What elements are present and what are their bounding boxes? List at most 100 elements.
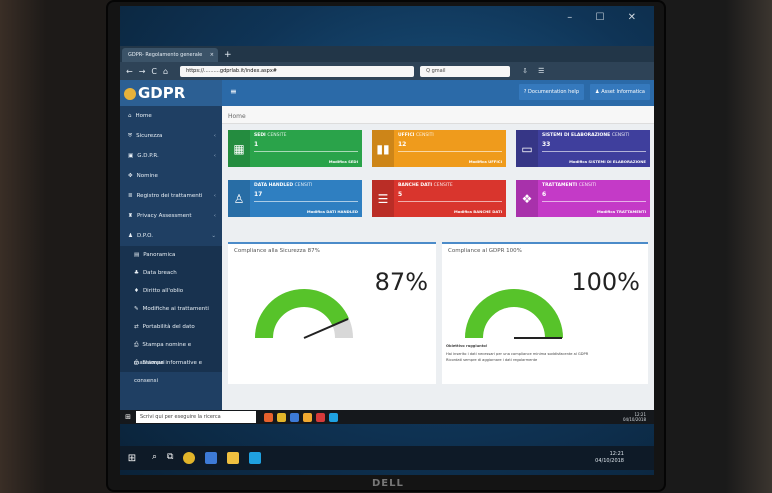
stat-box-title: SISTEMI DI ELABORAZIONE CENSITI [542, 133, 630, 138]
chevron-icon: ‹ [213, 213, 216, 219]
windows-start-icon[interactable]: ⊞ [120, 453, 144, 464]
stat-box-divider [398, 201, 502, 202]
explorer-icon[interactable] [303, 412, 312, 422]
stat-box-title: SEDI CENSITE [254, 133, 287, 138]
skype-icon[interactable] [329, 412, 338, 422]
home-icon[interactable]: ⌂ [163, 67, 168, 76]
sidebar-subitem-icon: ♦ [134, 288, 139, 294]
remote-window-controls[interactable]: – ☐ ✕ [567, 12, 646, 23]
main-content: Home ▦ SEDI CENSITE 1 Modifica SEDI ▮▮ UFFICI… [222, 106, 654, 410]
skype-icon[interactable] [249, 452, 262, 464]
brand-logo[interactable]: GDPR [120, 80, 222, 106]
stat-box-count: 17 [254, 191, 263, 198]
sidebar-item-icon: ⛨ [128, 133, 133, 139]
app-icon[interactable] [316, 412, 325, 422]
stat-box-title: TRATTAMENTI CENSITI [542, 183, 597, 188]
sidebar: GDPR ⌂ Home ⛨ Sicurezza ‹ ▣ G.D.P.R. ‹ ✥ Nomine ≣ R… [120, 80, 222, 410]
panel-title: Compliance al GDPR 100% [448, 248, 522, 254]
sidebar-item[interactable]: ≣ Registro dei trattamenti ‹ [120, 186, 222, 206]
panel-title: Compliance alla Sicurezza 87% [234, 248, 320, 254]
firefox-icon[interactable] [264, 412, 273, 422]
goal-text-2: Ricordati sempre di aggiornare i dati re… [446, 358, 538, 362]
task-view-icon[interactable]: ⧉ [167, 452, 173, 464]
sidebar-item[interactable]: ♜ Privacy Assessment ‹ [120, 206, 222, 226]
sidebar-item[interactable]: ✥ Nomine [120, 166, 222, 186]
sidebar-subitem[interactable]: ⇄ Portabilità del dato [120, 318, 222, 336]
gdpr-compliance-panel: Compliance al GDPR 100% 100% Obiettivo r… [442, 242, 648, 384]
screen: – ☐ ✕ GDPR- Regolamento generale × + ← →… [120, 6, 654, 475]
security-gauge [255, 289, 353, 339]
sidebar-subitem-icon: ♣ [134, 270, 139, 276]
chrome-icon[interactable] [183, 452, 196, 464]
tab-bar: GDPR- Regolamento generale × + [120, 46, 654, 62]
stat-box-link[interactable]: Modifica TRATTAMENTI [597, 209, 646, 214]
reload-icon[interactable]: C [151, 67, 157, 76]
documentation-help-button[interactable]: ? Documentation help [518, 84, 584, 100]
taskbar-icons: ⌕ ⧉ [152, 452, 262, 464]
stat-box-divider [254, 151, 358, 152]
stat-box: ▭ SISTEMI DI ELABORAZIONE CENSITI 33 Modifi… [516, 130, 650, 167]
compliance-percent: 87% [374, 268, 428, 296]
sidebar-subitem-icon: ▤ [134, 252, 140, 258]
sidebar-subitem-label: Stampa informative e consensi [134, 360, 203, 384]
stat-box-link[interactable]: Modifica UFFICI [469, 159, 502, 164]
windows-start-icon[interactable]: ⊞ [120, 413, 136, 421]
search-icon[interactable]: ⌕ [152, 452, 157, 464]
sidebar-subitem[interactable]: ▤ Panoramica [120, 246, 222, 264]
sidebar-item[interactable]: ⛨ Sicurezza ‹ [120, 126, 222, 146]
sidebar-item-label: D.P.O. [136, 233, 153, 239]
stat-box-icon: ♙ [228, 180, 250, 217]
forward-icon[interactable]: → [139, 67, 146, 76]
chevron-icon: ‹ [213, 193, 216, 199]
sidebar-subitem-icon: ✎ [134, 306, 139, 312]
sidebar-subitem[interactable]: ⎙ Stampa informative e consensi [120, 354, 222, 384]
stat-box: ▮▮ UFFICI CENSITI 12 Modifica UFFICI [372, 130, 506, 167]
stat-box-link[interactable]: Modifica BANCHE DATI [454, 209, 502, 214]
browser-tab[interactable]: GDPR- Regolamento generale × [122, 48, 218, 62]
sidebar-subitem[interactable]: ♦ Diritto all'oblio [120, 282, 222, 300]
user-menu-button[interactable]: ♟ Asset Informatica [590, 84, 650, 100]
stat-box: ▦ SEDI CENSITE 1 Modifica SEDI [228, 130, 362, 167]
stat-box-link[interactable]: Modifica DATI HANDLED [307, 209, 358, 214]
taskbar-apps [264, 412, 338, 422]
edge-icon[interactable] [290, 412, 299, 422]
taskbar-clock: 12:21 04/10/2018 [595, 451, 624, 464]
taskbar-search-input[interactable]: Scrivi qui per eseguire la ricerca [136, 411, 256, 423]
stat-box-title: BANCHE DATI CENSITE [398, 183, 453, 188]
monitor-logo: DELL [372, 478, 404, 489]
address-bar[interactable]: https://..........gdprlab.it/index.aspx# [180, 65, 415, 77]
sidebar-subitem-icon: ⎙ [134, 360, 139, 366]
edge-icon[interactable] [205, 452, 218, 464]
sidebar-item[interactable]: ⌂ Home [120, 106, 222, 126]
stat-box-icon: ☰ [372, 180, 394, 217]
sidebar-item[interactable]: ▣ G.D.P.R. ‹ [120, 146, 222, 166]
stat-box-link[interactable]: Modifica SISTEMI DI ELABORAZIONE [569, 159, 646, 164]
chrome-icon[interactable] [277, 412, 286, 422]
back-icon[interactable]: ← [126, 67, 133, 76]
sidebar-subitem[interactable]: ⎙ Stampa nomine e mansionari [120, 336, 222, 366]
sidebar-item-icon: ✥ [128, 173, 133, 179]
browser-window: GDPR- Regolamento generale × + ← → C ⌂ h… [120, 46, 654, 424]
menu-icon[interactable]: ≡ [230, 87, 237, 96]
stat-box-link[interactable]: Modifica SEDI [329, 159, 358, 164]
sidebar-item-label: Sicurezza [136, 133, 163, 139]
toolbar-icons[interactable]: ⇩ ☰ [522, 67, 548, 75]
stat-box-title: DATA HANDLED CENSITI [254, 183, 313, 188]
search-input[interactable]: Q gmail [420, 65, 511, 77]
stat-box-icon: ▦ [228, 130, 250, 167]
sidebar-subitem-label: Panoramica [143, 252, 176, 258]
sidebar-item-label: Nomine [136, 173, 158, 179]
stat-box-divider [542, 151, 646, 152]
sidebar-subitem-label: Diritto all'oblio [142, 288, 184, 294]
sidebar-item-label: Home [135, 113, 152, 119]
close-icon[interactable]: × [210, 48, 214, 62]
stat-box-icon: ▭ [516, 130, 538, 167]
file-explorer-icon[interactable] [227, 452, 240, 464]
sidebar-subitem[interactable]: ♣ Data breach [120, 264, 222, 282]
app-root: GDPR ⌂ Home ⛨ Sicurezza ‹ ▣ G.D.P.R. ‹ ✥ Nomine ≣ R… [120, 80, 654, 410]
new-tab-button[interactable]: + [224, 48, 232, 62]
sidebar-subitem[interactable]: ✎ Modifiche ai trattamenti [120, 300, 222, 318]
stat-box-divider [398, 151, 502, 152]
stat-box-divider [542, 201, 646, 202]
sidebar-item[interactable]: ♟ D.P.O. ⌄ [120, 226, 222, 246]
